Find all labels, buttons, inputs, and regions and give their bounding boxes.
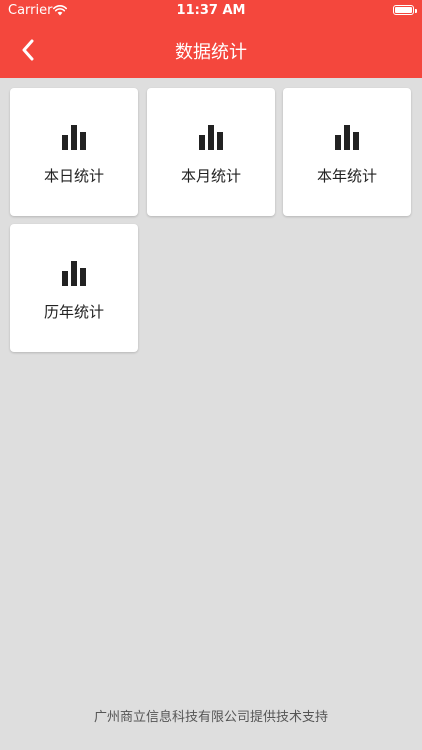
battery-icon — [393, 5, 417, 15]
status-time: 11:37 AM — [176, 3, 246, 18]
tile-yearly-statistics[interactable]: 本年统计 — [283, 88, 411, 216]
page-title: 数据统计 — [175, 42, 247, 63]
bar-chart-icon — [199, 125, 223, 150]
bar-chart-icon — [335, 125, 359, 150]
bar-chart-icon — [62, 261, 86, 286]
tile-daily-statistics[interactable]: 本日统计 — [10, 88, 138, 216]
tile-label: 本月统计 — [180, 167, 241, 185]
tile-monthly-statistics[interactable]: 本月统计 — [147, 88, 275, 216]
status-bar: Carrier 11:37 AM — [0, 0, 422, 22]
tile-label: 本日统计 — [43, 167, 104, 185]
tile-historical-statistics[interactable]: 历年统计 — [10, 224, 138, 352]
footer-credit: 广州商立信息科技有限公司提供技术支持 — [93, 710, 328, 725]
bar-chart-icon — [62, 125, 86, 150]
navigation-bar: Carrier 11:37 AM 数据统计 — [0, 0, 422, 78]
tile-label: 历年统计 — [43, 303, 104, 321]
tile-label: 本年统计 — [316, 167, 377, 185]
